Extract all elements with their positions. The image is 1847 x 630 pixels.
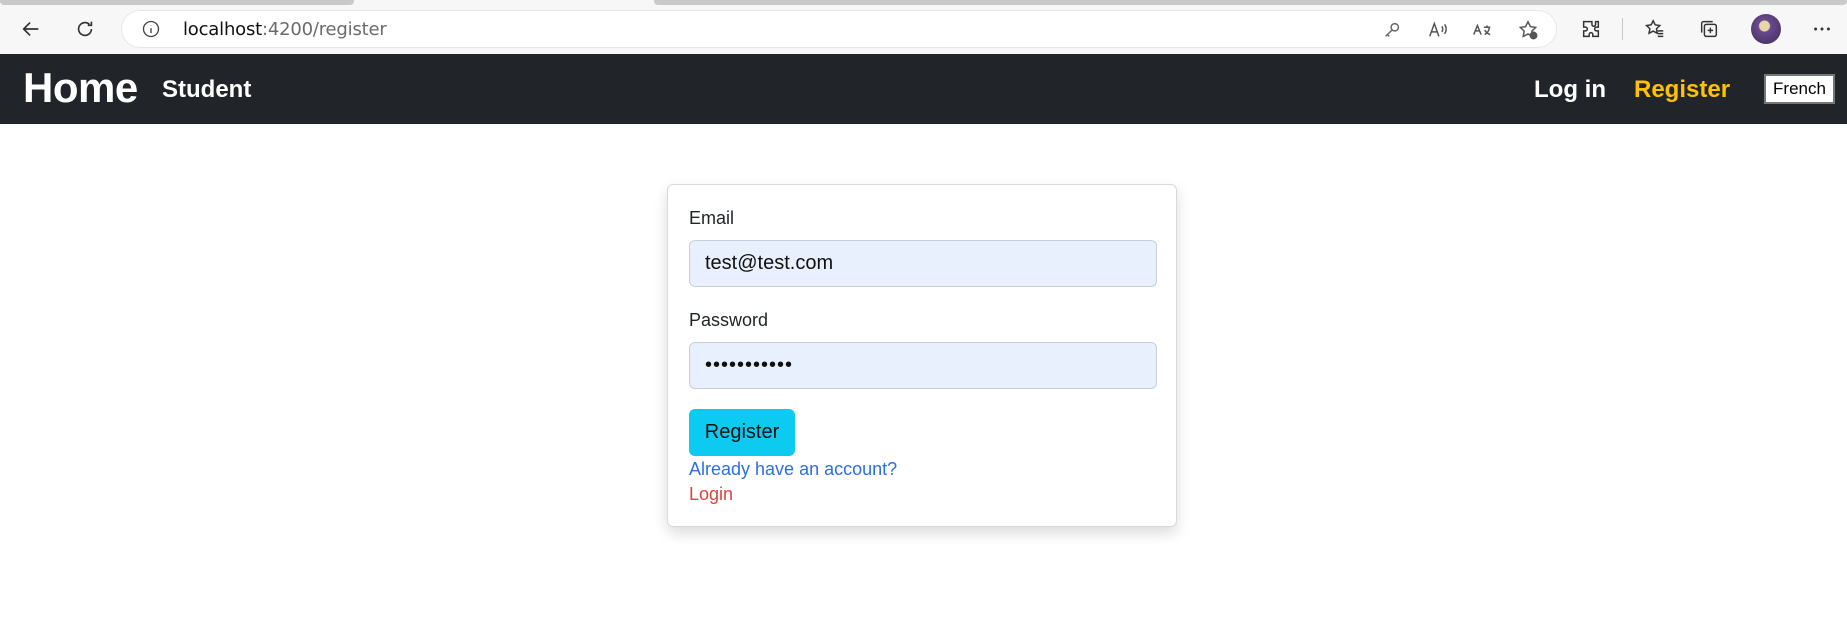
more-icon[interactable] [1803, 10, 1841, 48]
profile-avatar[interactable] [1751, 14, 1781, 44]
tab-strip [0, 0, 354, 5]
back-arrow-icon[interactable] [12, 10, 50, 48]
brand-home-link[interactable]: Home [23, 64, 138, 112]
extensions-icon[interactable] [1572, 10, 1610, 48]
key-icon[interactable] [1381, 19, 1403, 41]
language-toggle-button[interactable]: French [1764, 74, 1835, 104]
nav-register-link[interactable]: Register [1634, 76, 1730, 104]
toolbar-separator [1622, 18, 1623, 40]
register-card: Email Password Register Already have an … [667, 184, 1177, 527]
already-have-account-link[interactable]: Already have an account? [689, 459, 897, 480]
login-link[interactable]: Login [689, 484, 733, 505]
password-input[interactable] [689, 342, 1157, 389]
read-aloud-icon[interactable] [1427, 19, 1449, 41]
password-label: Password [689, 310, 769, 330]
browser-chrome: localhost:4200/register [0, 0, 1847, 54]
translate-icon[interactable] [1471, 19, 1493, 41]
url-text[interactable]: localhost:4200/register [183, 19, 387, 40]
info-icon[interactable] [141, 19, 161, 39]
address-bar[interactable]: localhost:4200/register [121, 10, 1557, 48]
favorite-add-icon[interactable] [1517, 19, 1539, 41]
email-label: Email [689, 208, 735, 228]
register-button[interactable]: Register [689, 409, 795, 456]
refresh-icon[interactable] [66, 10, 104, 48]
navbar: Home Student Log in Register French [0, 54, 1847, 124]
nav-login-link[interactable]: Log in [1534, 76, 1606, 104]
tab-strip [654, 0, 1847, 5]
favorites-icon[interactable] [1636, 10, 1674, 48]
nav-student-link[interactable]: Student [162, 76, 251, 104]
email-input[interactable] [689, 240, 1157, 287]
collections-icon[interactable] [1690, 10, 1728, 48]
